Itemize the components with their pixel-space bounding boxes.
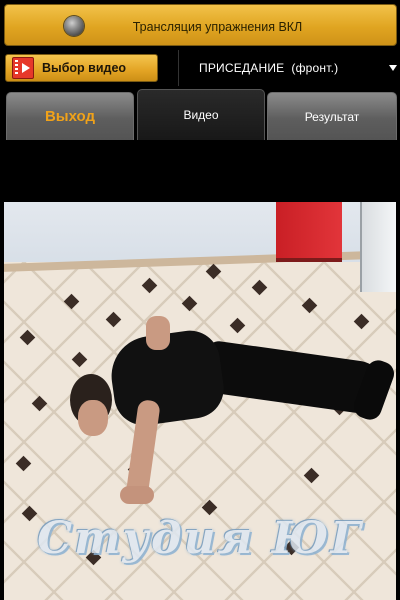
athlete-upper-arm — [146, 316, 170, 350]
video-frame: Студия ЮГ — [4, 202, 396, 600]
film-play-icon — [12, 57, 34, 79]
tab-exit[interactable]: Выход — [6, 92, 134, 140]
video-door — [360, 202, 396, 292]
chevron-down-icon[interactable] — [389, 65, 397, 71]
select-video-label: Выбор видео — [42, 61, 127, 75]
toolbar: Выбор видео ПРИСЕДАНИЕ (фронт.) — [0, 48, 400, 88]
led-indicator-icon — [64, 16, 84, 36]
studio-watermark: Студия ЮГ — [37, 513, 363, 564]
athlete-hand — [120, 486, 154, 504]
exercise-select[interactable]: ПРИСЕДАНИЕ (фронт.) — [178, 50, 400, 86]
video-player[interactable]: Студия ЮГ — [4, 140, 396, 600]
athlete-face — [78, 400, 108, 436]
broadcast-toggle-label: Трансляция упражнения ВКЛ — [132, 20, 303, 34]
tab-result-label: Результат — [304, 109, 360, 124]
tab-video-label: Видео — [183, 108, 219, 122]
broadcast-toggle-button[interactable]: Трансляция упражнения ВКЛ — [4, 4, 397, 46]
tab-video[interactable]: Видео — [137, 89, 265, 140]
video-athlete — [64, 314, 396, 514]
video-red-cabinet — [276, 202, 342, 262]
tab-exit-label: Выход — [44, 108, 96, 125]
select-video-button[interactable]: Выбор видео — [5, 54, 158, 82]
tab-result[interactable]: Результат — [267, 92, 397, 140]
exercise-select-value: ПРИСЕДАНИЕ (фронт.) — [199, 61, 339, 75]
tab-bar: Выход Видео Результат — [0, 88, 400, 140]
